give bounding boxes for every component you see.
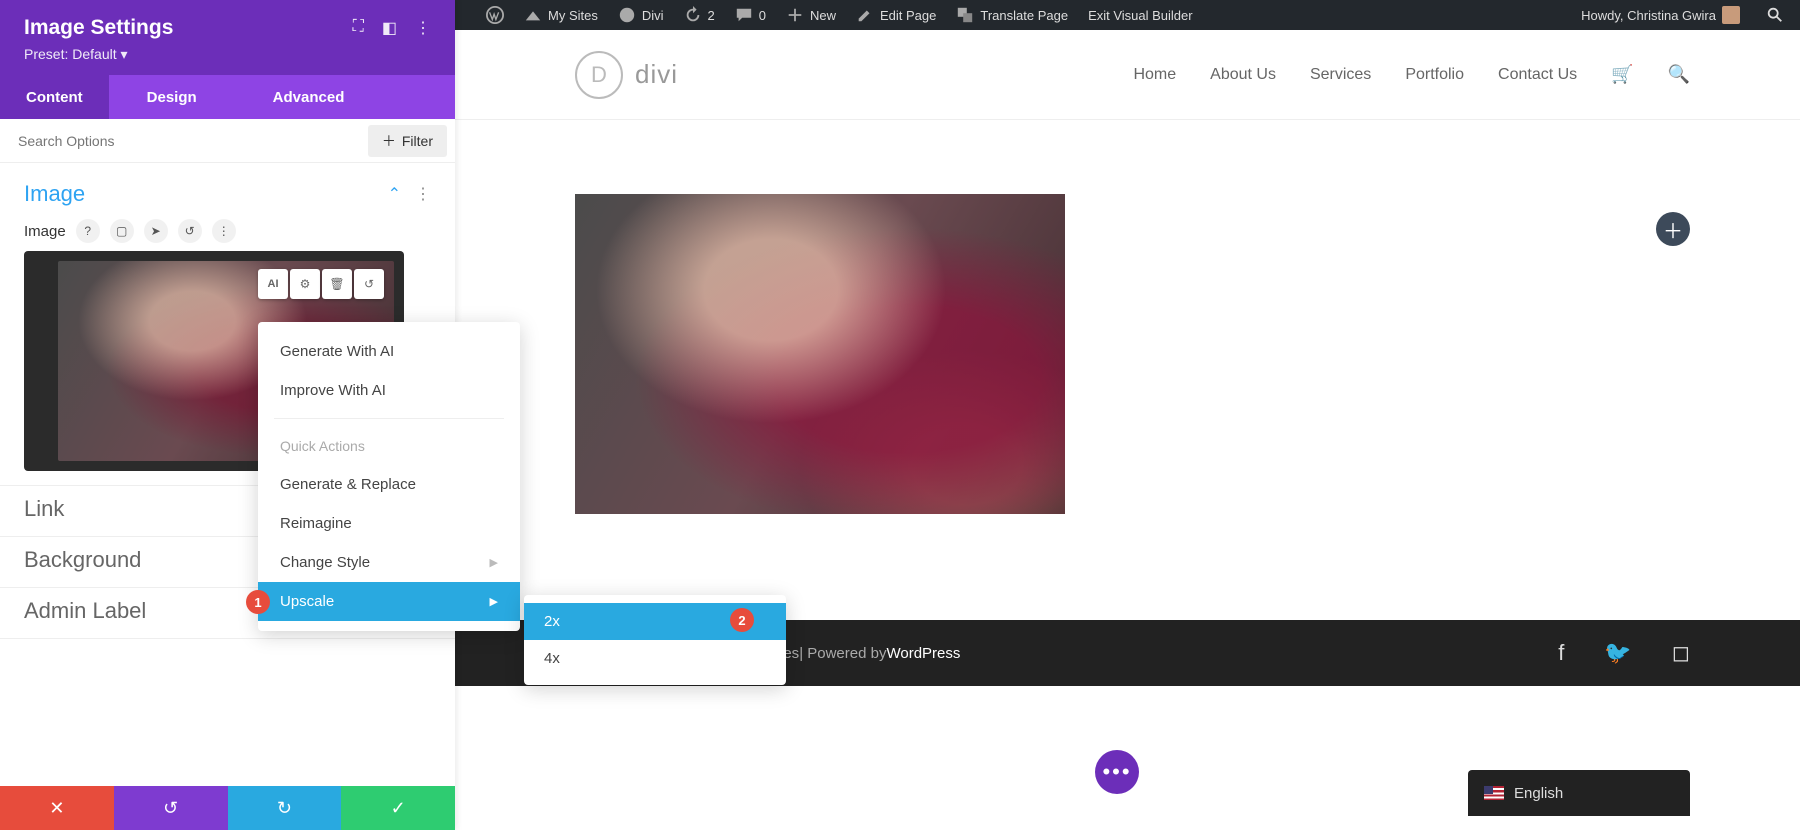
image-field-label: Image	[24, 223, 66, 240]
panel-title: Image Settings	[24, 16, 353, 40]
nav-contact[interactable]: Contact Us	[1498, 66, 1577, 84]
ai-reimagine[interactable]: Reimagine	[258, 504, 520, 543]
close-button[interactable]: ✕	[0, 786, 114, 830]
callout-badge-2: 2	[730, 608, 754, 632]
flag-us-icon	[1484, 786, 1504, 800]
adminbar-search[interactable]	[1758, 0, 1792, 30]
translate-page[interactable]: Translate Page	[948, 0, 1076, 30]
section-kebab-icon[interactable]: ⋮	[415, 184, 431, 204]
filter-button[interactable]: ＋ Filter	[368, 125, 447, 157]
my-sites[interactable]: My Sites	[516, 0, 606, 30]
callout-badge-1: 1	[246, 590, 270, 614]
collapse-icon[interactable]: ⌃	[388, 184, 401, 204]
hero-image[interactable]	[575, 194, 1065, 514]
panel-header: Image Settings ⛶ ◧ ⋮ Preset: Default ▾	[0, 0, 455, 75]
search-icon[interactable]: 🔍	[1668, 64, 1690, 85]
tab-advanced[interactable]: Advanced	[235, 75, 383, 119]
gear-icon[interactable]: ⚙	[290, 269, 320, 299]
site-nav: Home About Us Services Portfolio Contact…	[1133, 64, 1690, 85]
preset-selector[interactable]: Preset: Default ▾	[24, 46, 431, 63]
new[interactable]: New	[778, 0, 844, 30]
divi-label: Divi	[642, 8, 664, 23]
kebab-icon[interactable]: ⋮	[415, 18, 431, 38]
ai-improve[interactable]: Improve With AI	[258, 371, 520, 410]
my-sites-label: My Sites	[548, 8, 598, 23]
redo-button[interactable]: ↻	[228, 786, 342, 830]
wp-logo[interactable]	[478, 0, 512, 30]
ai-quick-header: Quick Actions	[258, 427, 520, 465]
upscale-4x[interactable]: 4x	[524, 640, 786, 677]
tab-design[interactable]: Design	[109, 75, 235, 119]
save-button[interactable]: ✓	[341, 786, 455, 830]
panel-tabs: Content Design Advanced	[0, 75, 455, 119]
exit-visual-builder[interactable]: Exit Visual Builder	[1080, 0, 1201, 30]
section-image-title: Image	[24, 181, 388, 207]
new-label: New	[810, 8, 836, 23]
language-label: English	[1514, 785, 1563, 802]
reset-icon[interactable]: ↺	[178, 219, 202, 243]
add-section-button[interactable]: ＋	[1656, 212, 1690, 246]
comments-count: 0	[759, 8, 766, 23]
undo-button[interactable]: ↺	[114, 786, 228, 830]
nav-services[interactable]: Services	[1310, 66, 1371, 84]
search-row: ＋ Filter	[0, 119, 455, 163]
undo-icon[interactable]: ↺	[354, 269, 384, 299]
field-kebab-icon[interactable]: ⋮	[212, 219, 236, 243]
nav-portfolio[interactable]: Portfolio	[1405, 66, 1464, 84]
footer-wordpress-link[interactable]: WordPress	[886, 645, 960, 662]
hover-icon[interactable]: ➤	[144, 219, 168, 243]
twitter-icon[interactable]: 🐦	[1604, 640, 1631, 666]
trash-icon[interactable]: 🗑	[322, 269, 352, 299]
tab-content[interactable]: Content	[0, 75, 109, 119]
plus-icon: ＋	[382, 131, 396, 151]
ai-generate[interactable]: Generate With AI	[258, 332, 520, 371]
ai-change-style[interactable]: Change Style ▶	[258, 543, 520, 582]
brand-logo-icon: D	[575, 51, 623, 99]
filter-label: Filter	[402, 133, 433, 149]
howdy-user[interactable]: Howdy, Christina Gwira	[1573, 0, 1748, 30]
exit-label: Exit Visual Builder	[1088, 8, 1193, 23]
instagram-icon[interactable]: ◻	[1672, 640, 1690, 666]
page-content: ＋	[455, 120, 1800, 514]
nav-about[interactable]: About Us	[1210, 66, 1276, 84]
chevron-right-icon: ▶	[490, 595, 498, 608]
ai-change-style-label: Change Style	[280, 554, 370, 571]
dock-icon[interactable]: ◧	[382, 18, 397, 38]
brand-text: divi	[635, 59, 678, 90]
ai-menu: Generate With AI Improve With AI Quick A…	[258, 322, 520, 631]
expand-icon[interactable]: ⛶	[353, 18, 364, 38]
facebook-icon[interactable]: f	[1558, 640, 1564, 666]
updates[interactable]: 2	[676, 0, 723, 30]
responsive-icon[interactable]: ▢	[110, 219, 134, 243]
nav-home[interactable]: Home	[1133, 66, 1176, 84]
ai-upscale[interactable]: Upscale ▶	[258, 582, 520, 621]
search-input[interactable]	[0, 133, 360, 149]
site-header: D divi Home About Us Services Portfolio …	[455, 30, 1800, 120]
panel-action-bar: ✕ ↺ ↻ ✓	[0, 786, 455, 830]
translate-label: Translate Page	[980, 8, 1068, 23]
howdy-label: Howdy, Christina Gwira	[1581, 8, 1716, 23]
language-switcher[interactable]: English	[1468, 770, 1690, 816]
ai-icon[interactable]: AI	[258, 269, 288, 299]
updates-count: 2	[708, 8, 715, 23]
site-brand[interactable]: D divi	[575, 51, 678, 99]
edit-label: Edit Page	[880, 8, 936, 23]
cart-icon[interactable]: 🛒	[1611, 64, 1633, 85]
chevron-right-icon: ▶	[490, 556, 498, 569]
divi-site[interactable]: Divi	[610, 0, 672, 30]
comments[interactable]: 0	[727, 0, 774, 30]
ai-upscale-label: Upscale	[280, 593, 334, 610]
page-canvas: D divi Home About Us Services Portfolio …	[455, 30, 1800, 830]
edit-page[interactable]: Edit Page	[848, 0, 944, 30]
builder-fab[interactable]: •••	[1095, 750, 1139, 794]
help-icon[interactable]: ?	[76, 219, 100, 243]
user-avatar	[1722, 6, 1740, 24]
ai-generate-replace[interactable]: Generate & Replace	[258, 465, 520, 504]
footer-sep: | Powered by	[799, 645, 886, 662]
